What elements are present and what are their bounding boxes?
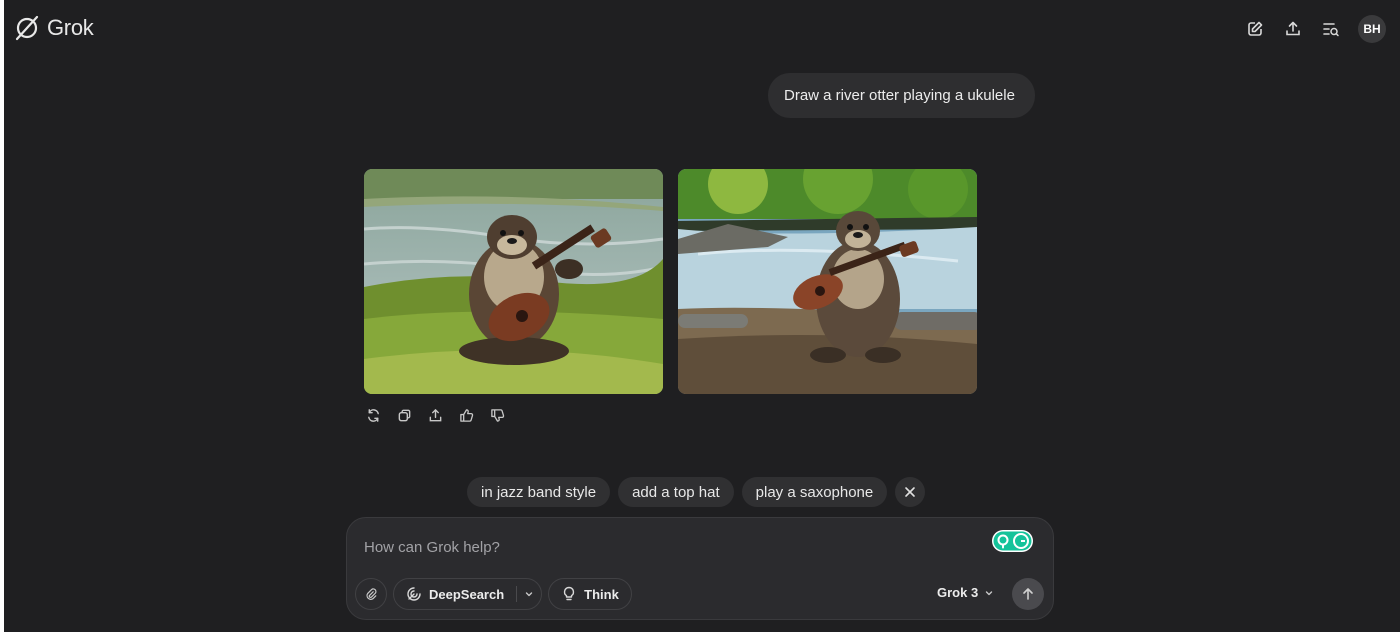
edit-icon — [1248, 21, 1263, 36]
generated-image-2[interactable] — [678, 169, 977, 394]
think-button[interactable]: Think — [548, 578, 632, 610]
model-label: Grok 3 — [937, 585, 979, 600]
regenerate-button[interactable] — [364, 406, 382, 424]
copy-button[interactable] — [395, 406, 413, 424]
suggestion-chips: in jazz band style add a top hat play a … — [467, 477, 926, 507]
thumbs-up-icon — [459, 408, 473, 422]
arrow-up-icon — [1023, 588, 1033, 600]
grammarly-widget[interactable] — [992, 530, 1033, 552]
message-actions — [364, 406, 506, 424]
history-search-icon — [1323, 23, 1339, 37]
regenerate-icon — [367, 408, 379, 422]
like-button[interactable] — [457, 406, 475, 424]
new-chat-button[interactable] — [1242, 16, 1268, 42]
chevron-down-icon — [985, 590, 993, 595]
dismiss-suggestions-button[interactable] — [895, 477, 926, 507]
grok-logo-icon — [15, 15, 39, 41]
grammarly-icon — [992, 530, 1033, 552]
think-label: Think — [584, 586, 619, 602]
suggestion-chip-top-hat[interactable]: add a top hat — [618, 477, 734, 507]
prompt-input[interactable] — [364, 536, 964, 558]
attach-button[interactable] — [355, 578, 387, 610]
otter-riverbank-image — [678, 169, 977, 394]
share-button[interactable] — [1280, 16, 1306, 42]
otter-grass-image — [364, 169, 663, 394]
generated-images — [364, 169, 977, 394]
suggestion-chip-saxophone[interactable]: play a saxophone — [741, 477, 888, 507]
avatar[interactable]: BH — [1358, 15, 1386, 43]
share-response-button[interactable] — [426, 406, 444, 424]
deepsearch-button[interactable]: DeepSearch — [394, 579, 516, 609]
paperclip-icon — [366, 588, 377, 600]
dislike-button[interactable] — [488, 406, 506, 424]
share-icon — [429, 408, 441, 421]
deepsearch-toggle: DeepSearch — [393, 578, 543, 610]
app-name: Grok — [47, 15, 94, 40]
suggestion-chip-jazz[interactable]: in jazz band style — [467, 477, 611, 507]
thumbs-down-icon — [490, 408, 504, 422]
history-button[interactable] — [1318, 16, 1344, 42]
deepsearch-label: DeepSearch — [429, 586, 505, 602]
user-message-bubble: Draw a river otter playing a ukulele — [768, 73, 1035, 118]
deepsearch-dropdown-button[interactable] — [517, 579, 541, 609]
share-icon — [1286, 21, 1300, 36]
copy-icon — [398, 409, 410, 421]
top-bar: Grok BH — [4, 0, 1400, 58]
composer: DeepSearch Think Grok 3 — [346, 517, 1054, 620]
generated-image-1[interactable] — [364, 169, 663, 394]
send-button[interactable] — [1012, 578, 1044, 610]
close-icon — [905, 487, 916, 497]
model-selector[interactable]: Grok 3 — [937, 585, 994, 600]
grok-logo[interactable]: Grok — [13, 14, 94, 42]
chevron-down-icon — [525, 592, 533, 597]
deepsearch-icon — [407, 587, 421, 601]
lightbulb-icon — [564, 586, 575, 601]
